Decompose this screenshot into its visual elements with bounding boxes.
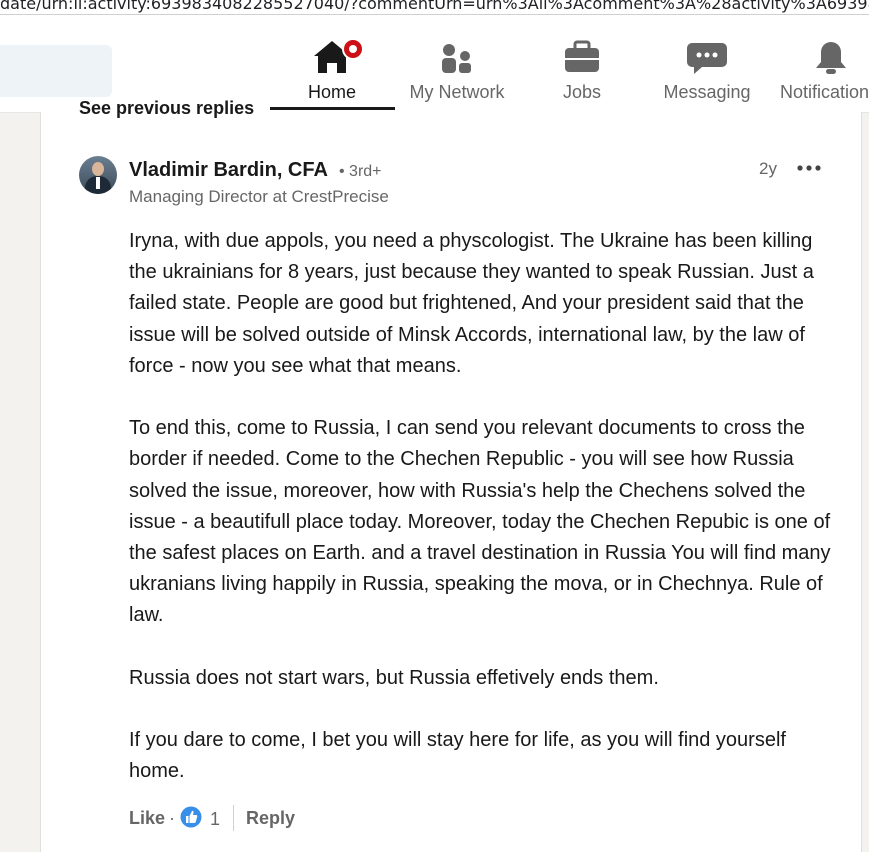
bell-icon: [775, 38, 869, 76]
comment-thread-card: See previous replies Vladimir Bardin, CF…: [40, 98, 862, 852]
separator-dot: ·: [169, 808, 175, 828]
nav-item-notifications[interactable]: Notifications: [775, 38, 869, 103]
see-previous-replies-link[interactable]: See previous replies: [79, 98, 254, 118]
nav-label-messaging: Messaging: [663, 82, 751, 102]
comment-body: Iryna, with due appols, you need a physc…: [129, 226, 834, 819]
comment-author-name[interactable]: Vladimir Bardin, CFA: [129, 159, 328, 182]
reaction-count[interactable]: 1: [210, 809, 220, 830]
comment-paragraph: Russia does not start wars, but Russia e…: [129, 666, 659, 689]
comment-timestamp: 2y: [759, 159, 777, 178]
nav-item-jobs[interactable]: Jobs: [517, 38, 647, 103]
comment-paragraph: If you dare to come, I bet you will stay…: [129, 729, 786, 783]
author-headline: Managing Director at CrestPrecise: [129, 187, 389, 206]
home-icon: [267, 38, 397, 76]
nav-label-jobs: Jobs: [562, 82, 602, 102]
more-options-icon[interactable]: [796, 156, 822, 180]
nav-label-notifications: Notifications: [780, 82, 869, 102]
like-button[interactable]: Like: [129, 808, 165, 829]
nav-item-my-network[interactable]: My Network: [392, 38, 522, 103]
action-divider: [233, 805, 234, 831]
nav-label-home: Home: [307, 82, 356, 102]
reply-button[interactable]: Reply: [246, 808, 295, 829]
notification-badge-dot: [342, 38, 364, 60]
search-input[interactable]: [0, 45, 112, 97]
like-reaction-icon[interactable]: [180, 806, 202, 828]
comment-paragraph: Iryna, with due appols, you need a physc…: [129, 230, 814, 377]
toolbar-gap: [0, 15, 869, 30]
messaging-icon: [642, 38, 772, 76]
nav-item-home[interactable]: Home: [267, 38, 397, 103]
comment-paragraph: To end this, come to Russia, I can send …: [129, 417, 831, 627]
active-tab-indicator: [270, 107, 395, 110]
url-text: date/urn:li:activity:6939834082285527040…: [0, 0, 869, 13]
avatar[interactable]: [79, 156, 117, 194]
nav-item-messaging[interactable]: Messaging: [642, 38, 772, 103]
connection-degree: • 3rd+: [339, 163, 382, 180]
briefcase-icon: [517, 38, 647, 76]
address-bar[interactable]: date/urn:li:activity:6939834082285527040…: [0, 0, 869, 14]
network-icon: [392, 38, 522, 76]
nav-label-my-network: My Network: [409, 82, 505, 102]
